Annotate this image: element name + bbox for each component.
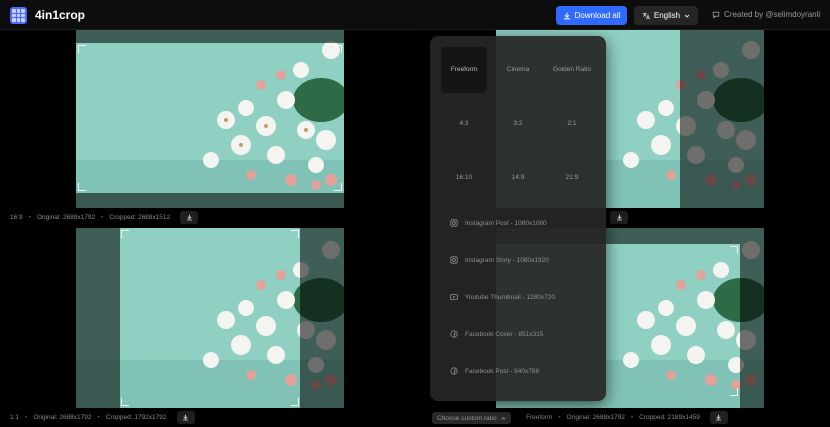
youtube-icon xyxy=(450,294,458,300)
crop-handle-bottom-right[interactable] xyxy=(291,398,299,406)
crop-info-bar xyxy=(606,210,628,224)
crop-panel-1-1: 1:1 • Original: 2688x1792 • Cropped: 179… xyxy=(0,228,420,427)
translate-icon xyxy=(642,12,650,19)
crop-handle-top-right[interactable] xyxy=(730,246,738,254)
crop-dim-right xyxy=(740,244,764,408)
blossom-photo xyxy=(76,30,344,208)
preset-label: Instagram Post - 1080x1080 xyxy=(465,219,547,227)
separator-dot: • xyxy=(97,413,100,421)
download-icon xyxy=(183,414,188,420)
ratio-option-14-9[interactable]: 14:9 xyxy=(495,155,541,201)
crop-dim-right xyxy=(680,30,764,208)
crop-info-bar: 16:9 • Original: 2688x1792 • Cropped: 26… xyxy=(10,210,199,224)
separator-dot: • xyxy=(28,213,31,221)
crop-dim-top xyxy=(76,30,344,43)
crop-handle-top-left[interactable] xyxy=(121,230,129,238)
instagram-icon xyxy=(450,219,458,227)
language-label: English xyxy=(653,11,681,20)
ratio-label: Freeform xyxy=(526,413,553,421)
preset-label: Facebook Cover - 851x315 xyxy=(465,330,544,338)
crop-handle-bottom-right[interactable] xyxy=(730,388,738,396)
crop-info-bar: Freeform • Original: 2688x1792 • Cropped… xyxy=(526,410,728,424)
crop-preview-image[interactable] xyxy=(76,30,344,208)
ratio-option-golden-ratio[interactable]: Golden Ratio xyxy=(549,47,595,93)
ratio-option-16-10[interactable]: 16:10 xyxy=(441,155,487,201)
cropped-size: Cropped: 2688x1512 xyxy=(109,213,171,221)
separator-dot: • xyxy=(25,413,28,421)
preset-instagram-post[interactable]: Instagram Post - 1080x1080 xyxy=(450,219,547,227)
chevron-down-icon xyxy=(684,14,690,18)
crop-handle-top-right[interactable] xyxy=(291,230,299,238)
download-crop-button[interactable] xyxy=(610,210,628,224)
grid-logo-icon xyxy=(10,7,27,24)
preset-instagram-story[interactable]: Instagram Story - 1080x1920 xyxy=(450,256,549,264)
ratio-option-2-1[interactable]: 2:1 xyxy=(549,101,595,147)
crop-handle-top-left[interactable] xyxy=(78,45,86,53)
crop-dim-right xyxy=(300,228,344,408)
credit-link[interactable]: Created by @selimdoyranli xyxy=(712,10,820,19)
ratio-option-21-9[interactable]: 21:9 xyxy=(549,155,595,201)
download-all-button[interactable]: Download all xyxy=(556,6,627,25)
crop-dim-bottom xyxy=(76,193,344,208)
crop-dim-left xyxy=(76,228,120,408)
ratio-label: 1:1 xyxy=(10,413,20,421)
download-all-label: Download all xyxy=(574,11,621,20)
crop-info-bar: 1:1 • Original: 2688x1792 • Cropped: 179… xyxy=(10,410,195,424)
ratio-label: 16:9 xyxy=(10,213,23,221)
download-icon xyxy=(186,214,192,220)
original-size: Original: 2688x1792 xyxy=(566,413,625,421)
cropped-size: Cropped: 1792x1792 xyxy=(105,413,167,421)
custom-ratio-dropdown: Freeform Cinema Golden Ratio 4:3 3:2 2:1… xyxy=(430,36,606,401)
chevron-up-icon xyxy=(501,416,506,420)
separator-dot: • xyxy=(630,413,634,421)
header: 4in1crop Download all English Created by… xyxy=(0,0,830,30)
crop-handle-top-right[interactable] xyxy=(334,45,342,53)
separator-dot: • xyxy=(558,413,561,421)
choose-custom-ratio-label: Choose custom ratio xyxy=(437,414,497,422)
crop-handle-bottom-left[interactable] xyxy=(121,398,129,406)
choose-custom-ratio-button[interactable]: Choose custom ratio xyxy=(432,412,511,424)
language-select[interactable]: English xyxy=(634,6,698,25)
preset-label: Instagram Story - 1080x1920 xyxy=(465,256,549,264)
original-size: Original: 2688x1792 xyxy=(36,213,96,221)
ratio-option-cinema[interactable]: Cinema xyxy=(495,47,541,93)
ratio-option-3-2[interactable]: 3:2 xyxy=(495,101,541,147)
app-window: 4in1crop Download all English Created by… xyxy=(0,0,830,427)
ratio-option-4-3[interactable]: 4:3 xyxy=(441,101,487,147)
download-crop-button[interactable] xyxy=(176,410,195,424)
separator-dot: • xyxy=(101,213,104,221)
crop-panel-16-9: 16:9 • Original: 2688x1792 • Cropped: 26… xyxy=(0,30,420,226)
chat-bubble-icon xyxy=(712,11,720,19)
instagram-icon xyxy=(450,256,458,264)
preset-label: Facebook Post - 940x788 xyxy=(465,367,540,375)
cropped-size: Cropped: 2189x1459 xyxy=(639,413,700,421)
download-icon xyxy=(716,414,722,420)
crop-handle-bottom-left[interactable] xyxy=(78,183,86,191)
facebook-icon xyxy=(450,367,458,375)
preset-facebook-cover[interactable]: Facebook Cover - 851x315 xyxy=(450,330,543,338)
download-icon xyxy=(616,214,622,220)
preset-youtube-thumbnail[interactable]: Youtube Thumbnail - 1280x720 xyxy=(450,293,555,301)
ratio-option-freeform[interactable]: Freeform xyxy=(441,47,487,93)
original-size: Original: 2688x1792 xyxy=(33,413,92,421)
download-crop-button[interactable] xyxy=(709,410,728,424)
download-crop-button[interactable] xyxy=(180,210,199,224)
download-icon xyxy=(563,12,570,19)
credit-text: Created by @selimdoyranli xyxy=(724,10,821,19)
facebook-icon xyxy=(450,330,458,338)
app-title: 4in1crop xyxy=(35,8,86,22)
preset-facebook-post[interactable]: Facebook Post - 940x788 xyxy=(450,367,539,375)
crop-handle-bottom-right[interactable] xyxy=(334,183,342,191)
preset-label: Youtube Thumbnail - 1280x720 xyxy=(465,293,555,301)
